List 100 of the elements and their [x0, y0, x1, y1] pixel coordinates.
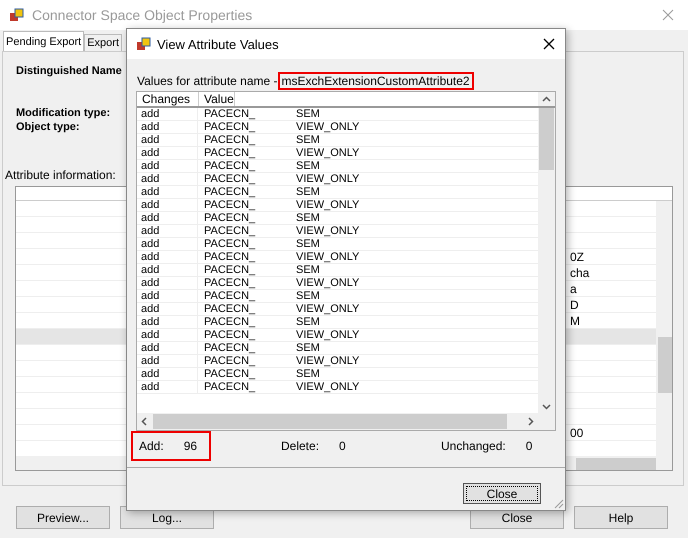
table-cell-text: PACECN_	[203, 290, 256, 302]
resize-grip-icon[interactable]	[552, 497, 564, 509]
table-cell: add	[137, 134, 198, 146]
table-cell: add	[137, 355, 198, 367]
table-cell: add	[137, 290, 198, 302]
table-cell-text: PACECN_	[203, 147, 256, 159]
table-cell: M	[570, 314, 580, 328]
table-cell: add	[137, 108, 198, 120]
scrollbar[interactable]	[656, 201, 672, 470]
app-icon	[10, 8, 24, 22]
scrollbar-thumb[interactable]	[539, 108, 554, 170]
dialog-button[interactable]: Preview...	[16, 506, 110, 529]
table-cell-text: SEM	[295, 108, 320, 120]
table-cell-text: VIEW_ONLY	[295, 277, 360, 289]
table-cell: add	[137, 277, 198, 289]
table-cell: add	[137, 264, 198, 276]
table-cell-text: SEM	[295, 134, 320, 146]
table-cell-text: SEM	[295, 342, 320, 354]
table-cell-text: SEM	[295, 316, 320, 328]
table-cell: add	[137, 199, 198, 211]
table-cell-text: PACECN_	[203, 186, 256, 198]
table-cell: add	[137, 316, 198, 328]
table-cell: add	[137, 186, 198, 198]
table-cell-text: VIEW_ONLY	[295, 381, 360, 393]
tab[interactable]: Pending Export	[3, 31, 84, 51]
table-cell-text: PACECN_	[203, 264, 256, 276]
field-label: Distinguished Name	[16, 64, 122, 78]
table-cell-text: SEM	[295, 238, 320, 250]
table-cell: 00	[570, 426, 584, 440]
table-cell: add	[137, 368, 198, 380]
field-label: Modification type:	[16, 106, 110, 120]
table-cell: add	[137, 329, 198, 341]
table-cell: add	[137, 342, 198, 354]
table-cell-text: PACECN_	[203, 251, 256, 263]
close-icon[interactable]	[543, 38, 555, 50]
table-cell-text: VIEW_ONLY	[295, 355, 360, 367]
table-cell: 0Z	[570, 250, 584, 264]
scrollbar-thumb[interactable]	[576, 458, 656, 470]
stat-label: Delete:	[281, 439, 320, 453]
table-cell-text: SEM	[295, 212, 320, 224]
table-cell: cha	[570, 266, 590, 280]
table-cell-text: VIEW_ONLY	[295, 329, 360, 341]
prompt-label: Values for attribute name -	[137, 74, 278, 88]
table-cell: add	[137, 121, 198, 133]
table-cell-text: PACECN_	[203, 368, 256, 380]
table-cell: D	[570, 298, 579, 312]
table-cell-text: SEM	[295, 368, 320, 380]
table-cell: add	[137, 251, 198, 263]
field-label: Object type:	[16, 120, 80, 134]
table-cell-text: PACECN_	[203, 355, 256, 367]
column-header[interactable]: Changes	[137, 92, 199, 106]
stat-label: Add:	[139, 439, 164, 453]
table-cell-text: VIEW_ONLY	[295, 173, 360, 185]
scrollbar[interactable]	[137, 413, 538, 430]
table-cell-text: PACECN_	[203, 173, 256, 185]
close-button[interactable]: Close	[463, 483, 541, 504]
table-cell-text: PACECN_	[203, 134, 256, 146]
table-cell-text: SEM	[295, 186, 320, 198]
table-cell-text: PACECN_	[203, 199, 256, 211]
table-cell: add	[137, 147, 198, 159]
table-cell-text: PACECN_	[203, 160, 256, 172]
app-icon	[137, 37, 151, 51]
table-cell: add	[137, 225, 198, 237]
column-header[interactable]: Value	[199, 92, 235, 106]
table-cell-text: VIEW_ONLY	[295, 121, 360, 133]
table-cell: add	[137, 238, 198, 250]
table-cell-text: SEM	[295, 290, 320, 302]
table-cell-text: PACECN_	[203, 212, 256, 224]
table-cell-text: PACECN_	[203, 238, 256, 250]
table-cell-text: VIEW_ONLY	[295, 303, 360, 315]
table-cell: add	[137, 381, 198, 393]
table-cell-text: PACECN_	[203, 303, 256, 315]
table-cell-text: PACECN_	[203, 316, 256, 328]
stat-value: 0	[526, 439, 532, 453]
scrollbar[interactable]	[538, 108, 555, 413]
attribute-name: msExchExtensionCustomAttribute2	[278, 72, 474, 90]
table-cell-text: VIEW_ONLY	[295, 225, 360, 237]
table-cell-text: VIEW_ONLY	[295, 147, 360, 159]
table-cell: add	[137, 160, 198, 172]
table-cell: add	[137, 303, 198, 315]
table-cell-text: SEM	[295, 160, 320, 172]
scrollbar-thumb[interactable]	[153, 414, 507, 429]
table-cell-text: VIEW_ONLY	[295, 199, 360, 211]
table-cell-text: PACECN_	[203, 381, 256, 393]
stat-label: Unchanged:	[441, 439, 506, 453]
table-cell-text: PACECN_	[203, 225, 256, 237]
table-cell-text: SEM	[295, 264, 320, 276]
table-cell-text: PACECN_	[203, 329, 256, 341]
window-title: Connector Space Object Properties	[32, 7, 254, 23]
tab[interactable]: Export	[84, 34, 122, 51]
table-cell-text: PACECN_	[203, 277, 256, 289]
scrollbar-thumb[interactable]	[658, 337, 672, 393]
dialog-button[interactable]: Help	[574, 506, 668, 529]
table-cell-text: PACECN_	[203, 342, 256, 354]
table-cell: add	[137, 212, 198, 224]
dialog-title: View Attribute Values	[157, 36, 280, 52]
table-cell: add	[137, 173, 198, 185]
table-cell-text: PACECN_	[203, 121, 256, 133]
table-cell-text: PACECN_	[203, 108, 256, 120]
stat-value: 0	[339, 439, 346, 453]
